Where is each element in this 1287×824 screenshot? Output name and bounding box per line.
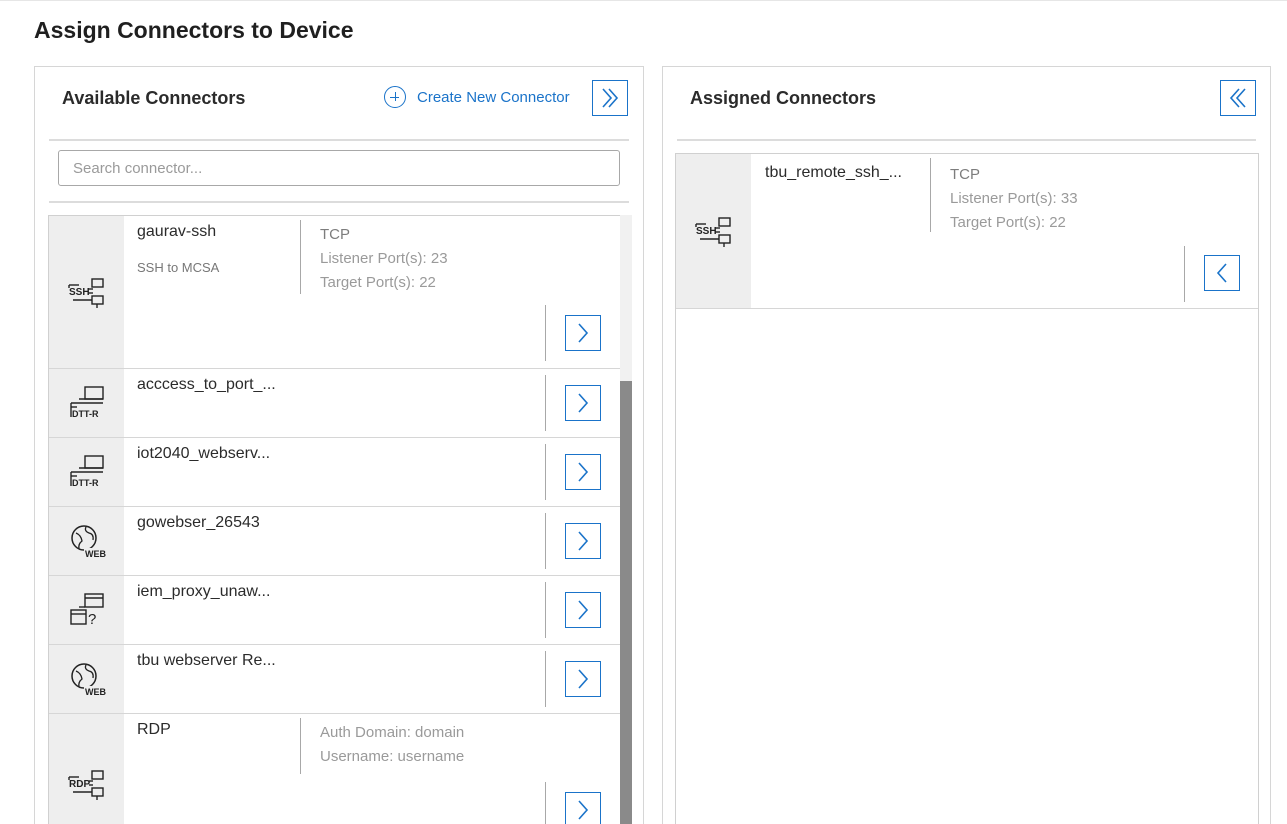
assign-connector-button[interactable] (565, 385, 601, 421)
connector-name: RDP (137, 721, 171, 738)
connector-details: Auth Domain: domain Username: username (320, 721, 464, 769)
chevron-left-icon (1216, 263, 1227, 283)
list-item[interactable]: RDP RDP Auth Domain: domain Username: us… (49, 714, 631, 824)
assign-connector-button[interactable] (565, 592, 601, 628)
assign-connector-button[interactable] (565, 661, 601, 697)
action-divider (545, 513, 546, 569)
dtt-r-icon: DTT-R (49, 369, 124, 437)
double-chevron-left-icon (1229, 88, 1246, 108)
assign-connector-button[interactable] (565, 523, 601, 559)
connector-protocol: TCP (950, 166, 980, 183)
connector-name: gowebser_26543 (137, 514, 260, 531)
connector-name: tbu_remote_ssh_... (765, 164, 902, 181)
connector-name: iot2040_webserv... (137, 445, 271, 462)
unknown-connector-icon: ? (49, 576, 124, 644)
assigned-panel-title: Assigned Connectors (690, 88, 877, 108)
unassign-all-button[interactable] (1220, 80, 1256, 116)
connector-name: tbu webserver Re... (137, 652, 276, 669)
action-divider (545, 375, 546, 431)
ssh-icon: SSH (49, 216, 124, 368)
chevron-right-icon (578, 600, 589, 620)
chevron-right-icon (578, 669, 589, 689)
svg-text:?: ? (88, 611, 96, 628)
chevron-right-icon (578, 462, 589, 482)
header-divider (677, 139, 1256, 141)
svg-text:DTT-R: DTT-R (72, 409, 99, 419)
svg-text:DTT-R: DTT-R (72, 478, 99, 488)
list-item[interactable]: DTT-R acccess_to_port_... (49, 369, 631, 438)
available-panel-header: Available Connectors Create New Connecto… (35, 67, 643, 139)
assigned-connectors-panel: Assigned Connectors SSH tbu_remote_ssh_.… (662, 66, 1271, 824)
chevron-right-icon (578, 323, 589, 343)
double-chevron-right-icon (602, 88, 619, 108)
assign-connector-button[interactable] (565, 792, 601, 824)
svg-text:RDP: RDP (69, 779, 90, 790)
list-item[interactable]: DTT-R iot2040_webserv... (49, 438, 631, 507)
chevron-right-icon (578, 393, 589, 413)
listener-ports: Listener Port(s): 33 (950, 190, 1078, 207)
ssh-icon: SSH (676, 154, 751, 308)
detail-divider (300, 718, 301, 774)
list-item[interactable]: SSH tbu_remote_ssh_... TCP Listener Port… (676, 154, 1258, 309)
action-divider (545, 582, 546, 638)
connector-details: TCP Listener Port(s): 33 Target Port(s):… (950, 163, 1078, 235)
connector-name: acccess_to_port_... (137, 376, 276, 393)
listener-ports: Listener Port(s): 23 (320, 250, 448, 267)
available-connector-list[interactable]: SSH gaurav-ssh SSH to MCSA TCP Listener … (48, 215, 632, 824)
page-title: Assign Connectors to Device (34, 17, 354, 43)
rdp-icon: RDP (49, 714, 124, 824)
detail-divider (300, 220, 301, 294)
web-globe-icon: WEB (49, 645, 124, 713)
assign-all-button[interactable] (592, 80, 628, 116)
assigned-panel-header: Assigned Connectors (663, 67, 1270, 139)
svg-text:WEB: WEB (85, 549, 106, 559)
list-item[interactable]: WEB tbu webserver Re... (49, 645, 631, 714)
action-divider (545, 305, 546, 361)
plus-circle-icon (384, 86, 406, 108)
username: Username: username (320, 748, 465, 765)
unassign-connector-button[interactable] (1204, 255, 1240, 291)
svg-text:SSH: SSH (69, 287, 90, 298)
web-globe-icon: WEB (49, 507, 124, 575)
action-divider (545, 651, 546, 707)
action-divider (545, 782, 546, 824)
connector-name: iem_proxy_unaw... (137, 583, 271, 600)
list-item[interactable]: ? iem_proxy_unaw... (49, 576, 631, 645)
connector-protocol: TCP (320, 226, 350, 243)
svg-text:WEB: WEB (85, 687, 106, 697)
target-ports: Target Port(s): 22 (320, 274, 436, 291)
connector-details: TCP Listener Port(s): 23 Target Port(s):… (320, 223, 448, 295)
connector-description: SSH to MCSA (137, 260, 220, 275)
available-connectors-panel: Available Connectors Create New Connecto… (34, 66, 644, 824)
svg-text:SSH: SSH (696, 226, 717, 237)
search-divider (49, 201, 629, 203)
action-divider (1184, 246, 1185, 302)
chevron-right-icon (578, 800, 589, 820)
create-new-connector-link[interactable]: Create New Connector (384, 86, 570, 108)
detail-divider (930, 158, 931, 232)
dtt-r-icon: DTT-R (49, 438, 124, 506)
assign-connector-button[interactable] (565, 315, 601, 351)
page: Assign Connectors to Device Available Co… (0, 0, 1287, 824)
target-ports: Target Port(s): 22 (950, 214, 1066, 231)
action-divider (545, 444, 546, 500)
header-divider (49, 139, 629, 141)
assign-connector-button[interactable] (565, 454, 601, 490)
available-panel-title: Available Connectors (62, 88, 246, 108)
auth-domain: Auth Domain: domain (320, 724, 465, 741)
create-new-connector-label: Create New Connector (417, 88, 570, 106)
list-item[interactable]: WEB gowebser_26543 (49, 507, 631, 576)
search-input[interactable] (58, 150, 620, 186)
assigned-connector-list: SSH tbu_remote_ssh_... TCP Listener Port… (675, 153, 1259, 824)
scrollbar-thumb[interactable] (620, 381, 632, 824)
chevron-right-icon (578, 531, 589, 551)
connector-name: gaurav-ssh (137, 223, 217, 240)
list-item[interactable]: SSH gaurav-ssh SSH to MCSA TCP Listener … (49, 216, 631, 369)
